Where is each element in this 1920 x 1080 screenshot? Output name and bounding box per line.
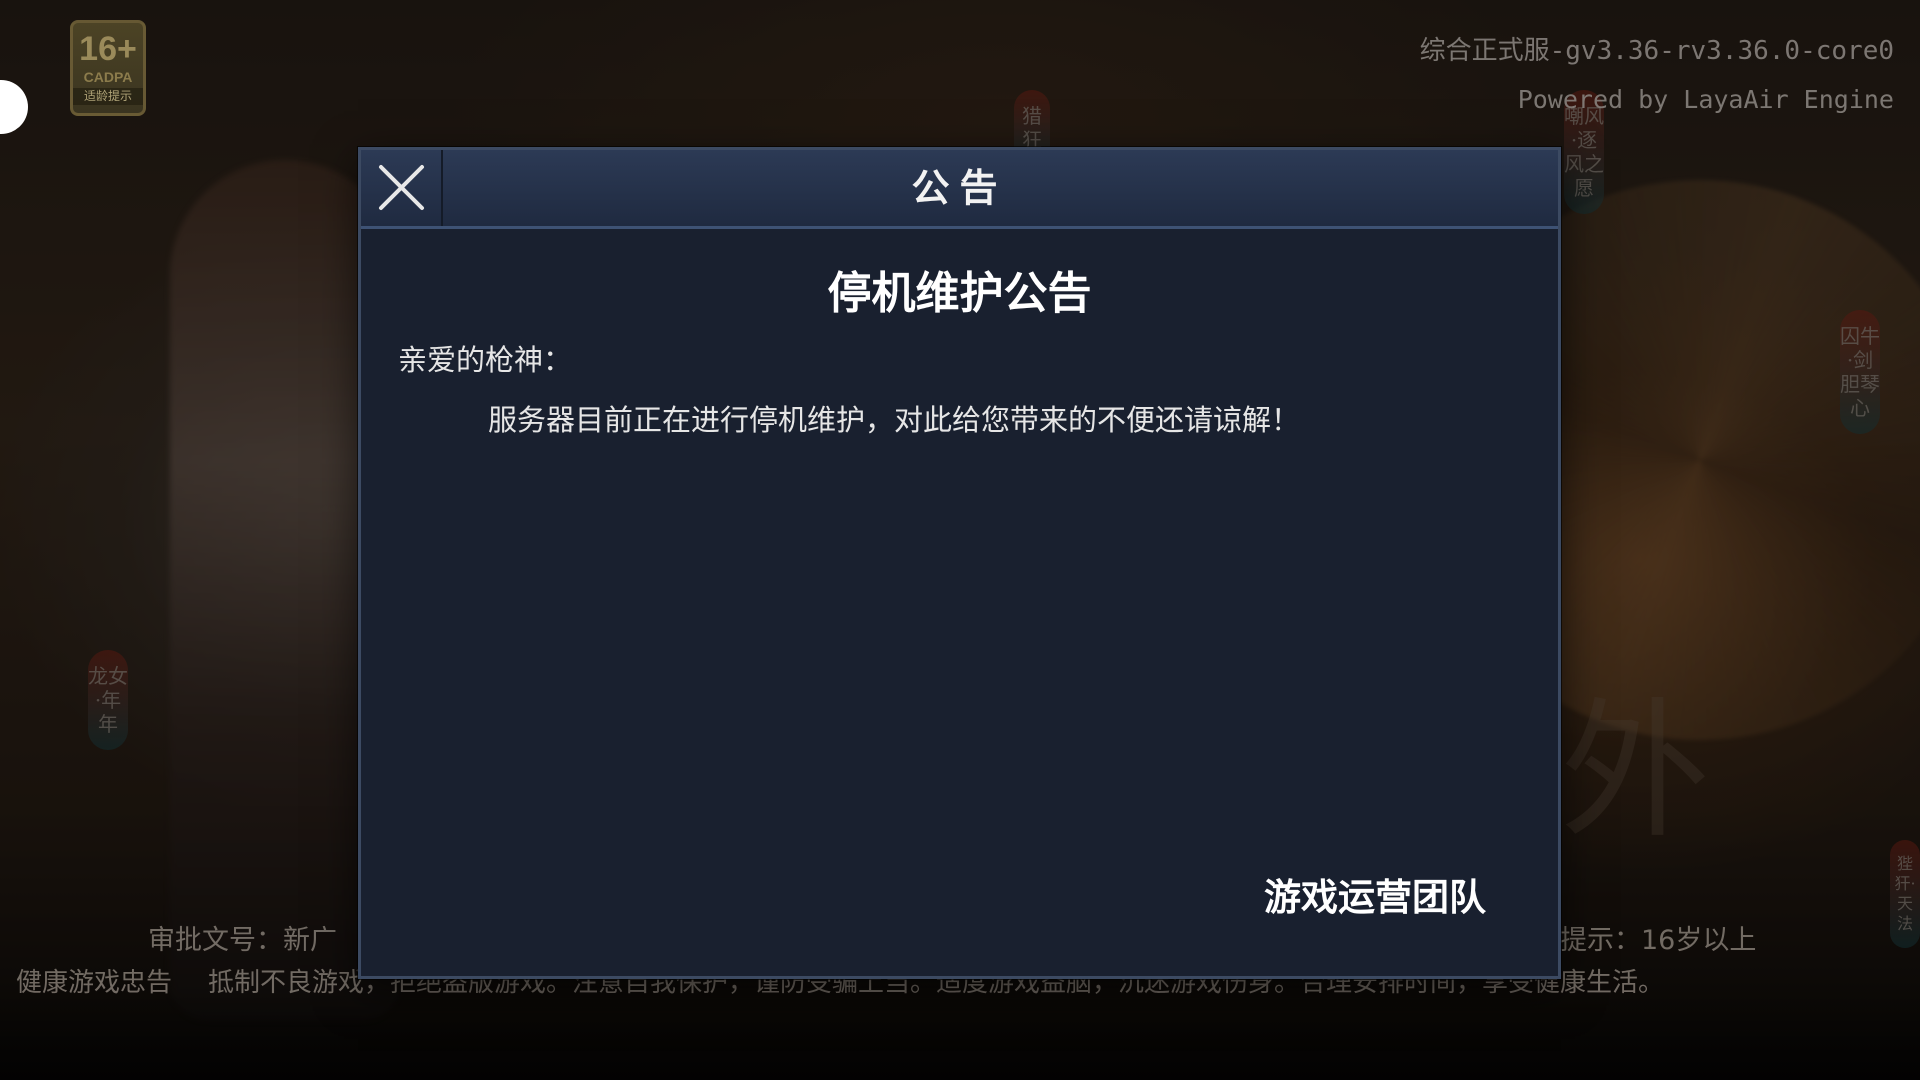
close-icon (379, 165, 424, 210)
engine-credit: Powered by LayaAir Engine (1517, 85, 1894, 114)
age-rating-badge: 16+ CADPA 适龄提示 (70, 20, 146, 116)
approval-number: 审批文号：新广 (148, 925, 337, 956)
notice-heading: 停机维护公告 (827, 268, 1092, 319)
game-login-screen: 外 龙女·年年 猎狂 嘲风·逐风之愿 囚牛·剑胆琴心 狴犴·天法 16+ CAD… (0, 0, 1920, 1080)
age-rating-tip: 适龄提示 (73, 88, 143, 105)
age-hint: 提示：16岁以上 (1560, 925, 1757, 956)
dialog-header: 公告 (361, 150, 1558, 229)
bottom-gradient (0, 990, 1920, 1080)
version-info: 综合正式服-gv3.36-rv3.36.0-core0 Powered by L… (1420, 34, 1894, 116)
age-rating-org: CADPA (83, 69, 133, 85)
announcement-dialog: 公告 停机维护公告 亲爱的枪神： 服务器目前正在进行停机维护，对此给您带来的不便… (358, 147, 1561, 979)
notice-body: 服务器目前正在进行停机维护，对此给您带来的不便还请谅解！ (488, 403, 1301, 437)
notice-greeting: 亲爱的枪神： (398, 343, 573, 377)
dialog-title: 公告 (911, 166, 1008, 210)
version-build: 综合正式服-gv3.36-rv3.36.0-core0 (1419, 36, 1894, 66)
health-advice-title: 健康游戏忠告 (16, 968, 173, 998)
close-button[interactable] (361, 150, 443, 226)
notice-signature: 游戏运营团队 (1264, 876, 1486, 919)
age-rating-number: 16+ (79, 30, 137, 68)
